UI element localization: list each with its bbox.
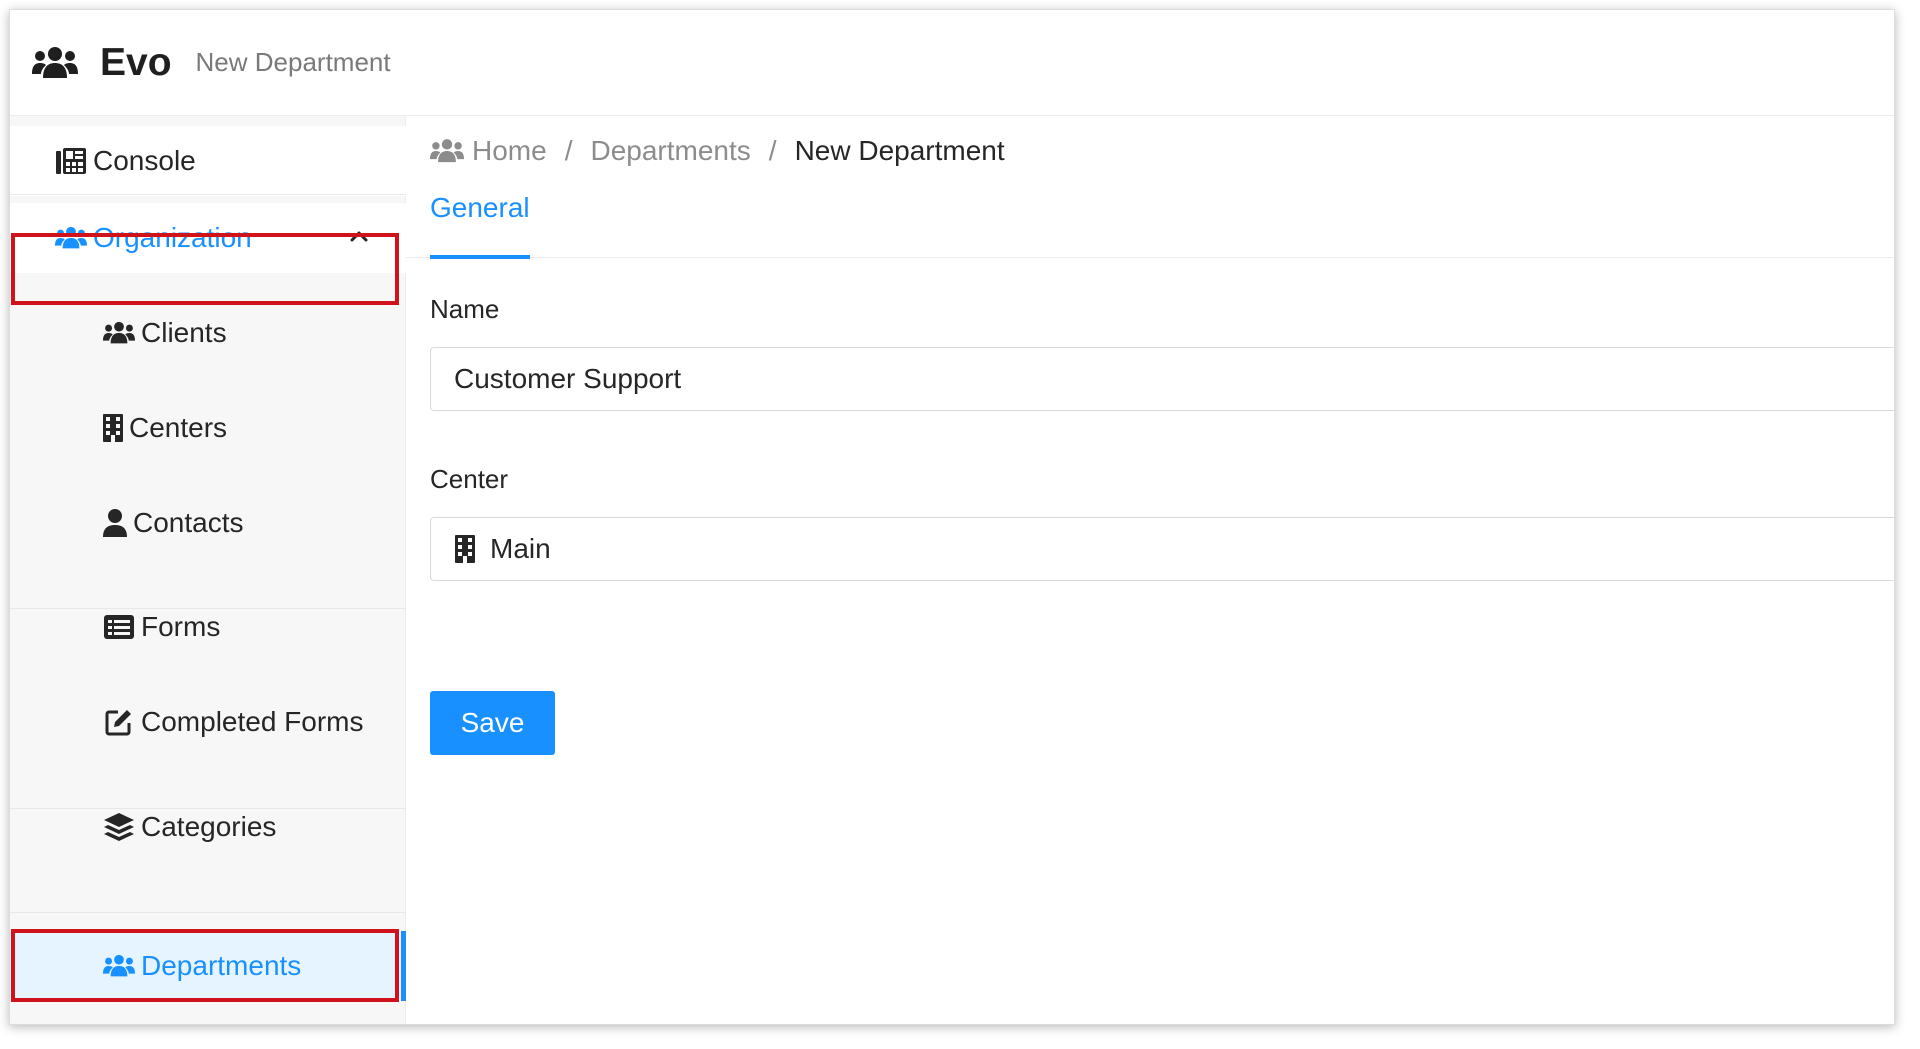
sidebar-item-label: Console xyxy=(93,145,196,176)
center-label: Center xyxy=(430,464,509,494)
users-icon xyxy=(32,46,78,78)
sidebar-divider xyxy=(10,194,406,195)
sidebar-item-clients[interactable]: Clients xyxy=(10,298,406,368)
sidebar-item-completed-forms[interactable]: Completed Forms xyxy=(10,687,406,757)
app-window: Evo New Department Console Organization … xyxy=(9,9,1895,1025)
chevron-up-icon[interactable] xyxy=(348,225,370,247)
sidebar-item-label: Departments xyxy=(141,950,302,981)
edit-icon xyxy=(103,707,135,737)
tab-bar: General xyxy=(406,176,1894,259)
name-input-value: Customer Support xyxy=(454,363,682,394)
name-input[interactable]: Customer Support xyxy=(430,347,1894,411)
console-icon xyxy=(55,146,87,176)
app-name: Evo xyxy=(100,40,172,84)
sidebar-item-label: Contacts xyxy=(133,507,244,538)
breadcrumb-current: New Department xyxy=(794,135,1005,166)
breadcrumb-separator: / xyxy=(564,135,573,166)
sidebar-item-label: Categories xyxy=(141,811,277,842)
breadcrumb: Home / Departments / New Department xyxy=(430,126,1005,176)
sidebar-item-label: Clients xyxy=(141,317,227,348)
users-icon xyxy=(55,223,87,253)
sidebar-item-departments[interactable]: Departments xyxy=(10,931,406,1001)
tab-general[interactable]: General xyxy=(430,190,530,259)
users-icon xyxy=(430,139,464,163)
sidebar-item-label: Centers xyxy=(129,412,228,443)
building-icon xyxy=(103,413,123,443)
main-content: Home / Departments / New Department Gene… xyxy=(406,116,1894,1024)
sidebar: Console Organization Clients Centers Con… xyxy=(10,116,406,1024)
app-header: Evo New Department xyxy=(10,10,1894,116)
breadcrumb-home[interactable]: Home xyxy=(472,135,547,167)
building-icon xyxy=(455,535,475,563)
sidebar-item-label: Completed Forms xyxy=(141,706,364,737)
layers-icon xyxy=(103,812,135,842)
sidebar-item-label: Organization xyxy=(93,222,252,253)
user-icon xyxy=(103,508,127,538)
sidebar-item-console[interactable]: Console xyxy=(10,126,406,196)
save-button[interactable]: Save xyxy=(430,691,555,755)
breadcrumb-departments[interactable]: Departments xyxy=(590,135,750,167)
users-icon xyxy=(103,951,135,981)
center-select[interactable]: Main xyxy=(430,517,1894,581)
sidebar-item-centers[interactable]: Centers xyxy=(10,393,406,463)
page-title: New Department xyxy=(195,47,391,77)
center-select-value: Main xyxy=(490,533,551,564)
sidebar-item-label: Forms xyxy=(141,611,221,642)
name-label: Name xyxy=(430,294,500,324)
users-icon xyxy=(103,318,135,348)
breadcrumb-separator: / xyxy=(768,135,777,166)
sidebar-item-forms[interactable]: Forms xyxy=(10,592,406,662)
list-icon xyxy=(103,612,135,642)
sidebar-item-categories[interactable]: Categories xyxy=(10,792,406,862)
sidebar-divider xyxy=(10,912,406,913)
sidebar-item-organization[interactable]: Organization xyxy=(10,203,406,273)
sidebar-item-contacts[interactable]: Contacts xyxy=(10,488,406,558)
